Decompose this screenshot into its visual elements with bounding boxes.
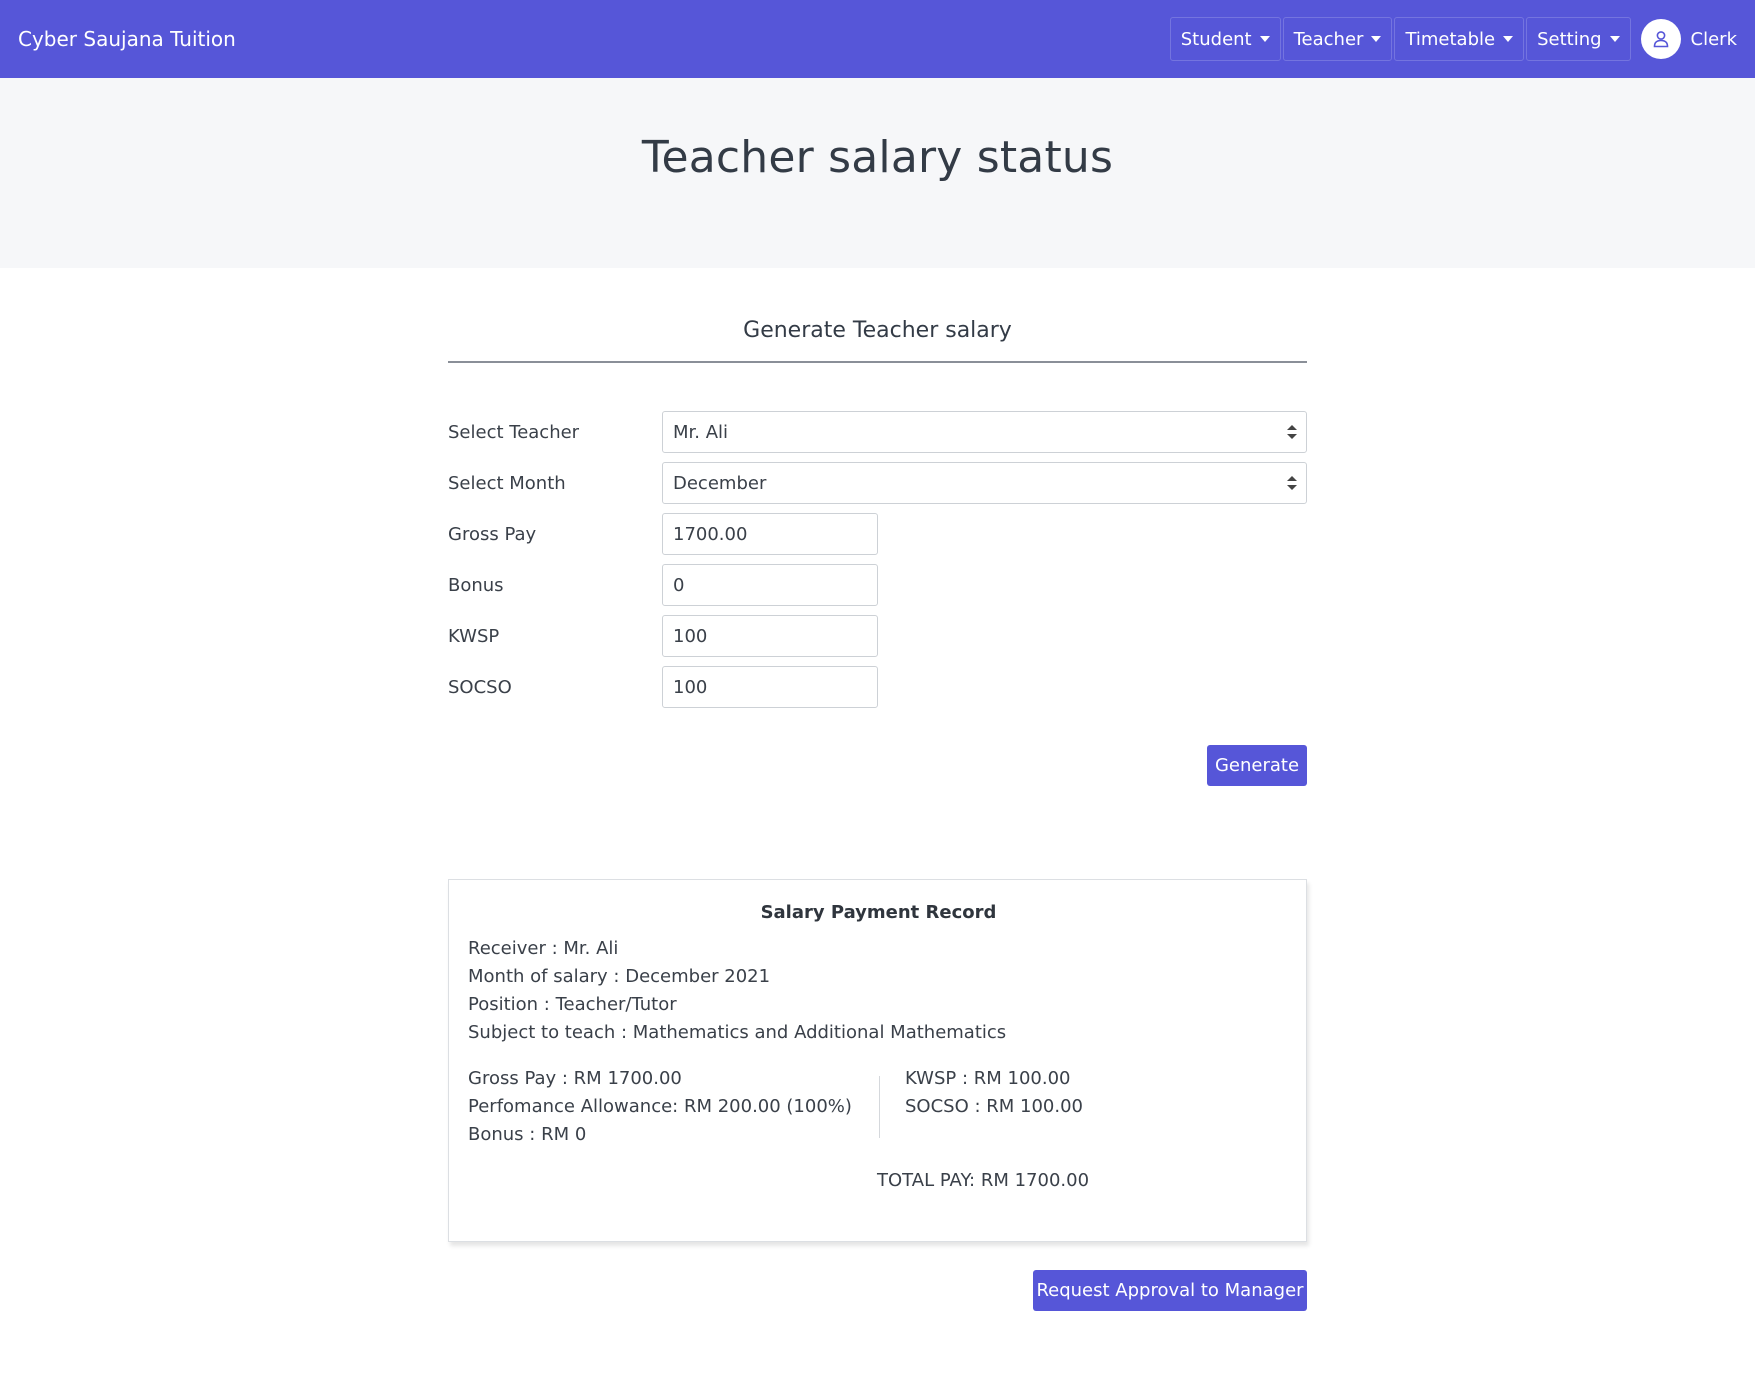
record-month: Month of salary : December 2021 — [468, 966, 771, 987]
nav-student-label: Student — [1180, 28, 1252, 50]
record-subject: Subject to teach : Mathematics and Addit… — [468, 1022, 1007, 1043]
kwsp-value: 100 — [673, 625, 708, 647]
nav-teacher-label: Teacher — [1293, 28, 1364, 50]
nav-timetable-dropdown[interactable]: Timetable — [1394, 17, 1525, 61]
teacher-select[interactable]: Mr. Ali — [662, 411, 1307, 453]
record-position: Position : Teacher/Tutor — [468, 994, 677, 1015]
kwsp-input[interactable]: 100 — [662, 615, 878, 657]
record-receiver: Receiver : Mr. Ali — [468, 938, 619, 959]
bonus-label: Bonus — [448, 574, 504, 596]
gross-pay-input[interactable]: 1700.00 — [662, 513, 878, 555]
month-row: Select Month December — [448, 462, 1307, 504]
gross-pay-row: Gross Pay 1700.00 — [448, 513, 1307, 555]
month-label: Select Month — [448, 472, 566, 494]
record-bonus: Bonus : RM 0 — [468, 1124, 587, 1145]
salary-record-card: Salary Payment Record Receiver : Mr. Ali… — [448, 879, 1307, 1242]
nav-menu: Student Teacher Timetable Setting Clerk — [1169, 0, 1755, 78]
salary-form: Generate Teacher salary Select Teacher M… — [448, 318, 1307, 708]
select-arrows-icon — [1287, 476, 1297, 492]
socso-value: 100 — [673, 676, 708, 698]
nav-timetable-label: Timetable — [1405, 28, 1496, 50]
bonus-value: 0 — [673, 574, 685, 596]
brand-name[interactable]: Cyber Saujana Tuition — [18, 0, 236, 78]
record-allowance: Perfomance Allowance: RM 200.00 (100%) — [468, 1096, 852, 1117]
caret-down-icon — [1259, 36, 1270, 42]
socso-label: SOCSO — [448, 676, 512, 698]
select-arrows-icon — [1287, 425, 1297, 441]
record-total-pay: TOTAL PAY: RM 1700.00 — [877, 1170, 1090, 1191]
user-avatar-icon — [1640, 19, 1681, 59]
column-divider — [879, 1076, 880, 1138]
page-title: Teacher salary status — [641, 132, 1114, 183]
kwsp-row: KWSP 100 — [448, 615, 1307, 657]
gross-pay-label: Gross Pay — [448, 523, 537, 545]
nav-student-dropdown[interactable]: Student — [1169, 17, 1281, 61]
gross-pay-value: 1700.00 — [673, 523, 748, 545]
record-gross-pay: Gross Pay : RM 1700.00 — [468, 1068, 682, 1089]
teacher-row: Select Teacher Mr. Ali — [448, 411, 1307, 453]
top-navbar: Cyber Saujana Tuition Student Teacher Ti… — [0, 0, 1755, 78]
teacher-label: Select Teacher — [448, 421, 580, 443]
socso-input[interactable]: 100 — [662, 666, 878, 708]
record-title: Salary Payment Record — [760, 902, 997, 923]
nav-setting-label: Setting — [1537, 28, 1602, 50]
user-name: Clerk — [1690, 28, 1737, 50]
record-kwsp: KWSP : RM 100.00 — [905, 1068, 1071, 1089]
page-header: Teacher salary status — [0, 78, 1755, 268]
bonus-row: Bonus 0 — [448, 564, 1307, 606]
caret-down-icon — [1503, 36, 1514, 42]
month-select[interactable]: December — [662, 462, 1307, 504]
kwsp-label: KWSP — [448, 625, 500, 647]
nav-setting-dropdown[interactable]: Setting — [1526, 17, 1631, 61]
nav-teacher-dropdown[interactable]: Teacher — [1282, 17, 1393, 61]
bonus-input[interactable]: 0 — [662, 564, 878, 606]
generate-button[interactable]: Generate — [1207, 745, 1307, 786]
user-menu[interactable]: Clerk — [1640, 19, 1737, 59]
caret-down-icon — [1609, 36, 1620, 42]
record-socso: SOCSO : RM 100.00 — [905, 1096, 1084, 1117]
caret-down-icon — [1371, 36, 1382, 42]
month-select-value: December — [673, 472, 767, 494]
teacher-select-value: Mr. Ali — [673, 421, 729, 443]
request-approval-button[interactable]: Request Approval to Manager — [1033, 1270, 1307, 1311]
socso-row: SOCSO 100 — [448, 666, 1307, 708]
form-title: Generate Teacher salary — [448, 318, 1307, 363]
